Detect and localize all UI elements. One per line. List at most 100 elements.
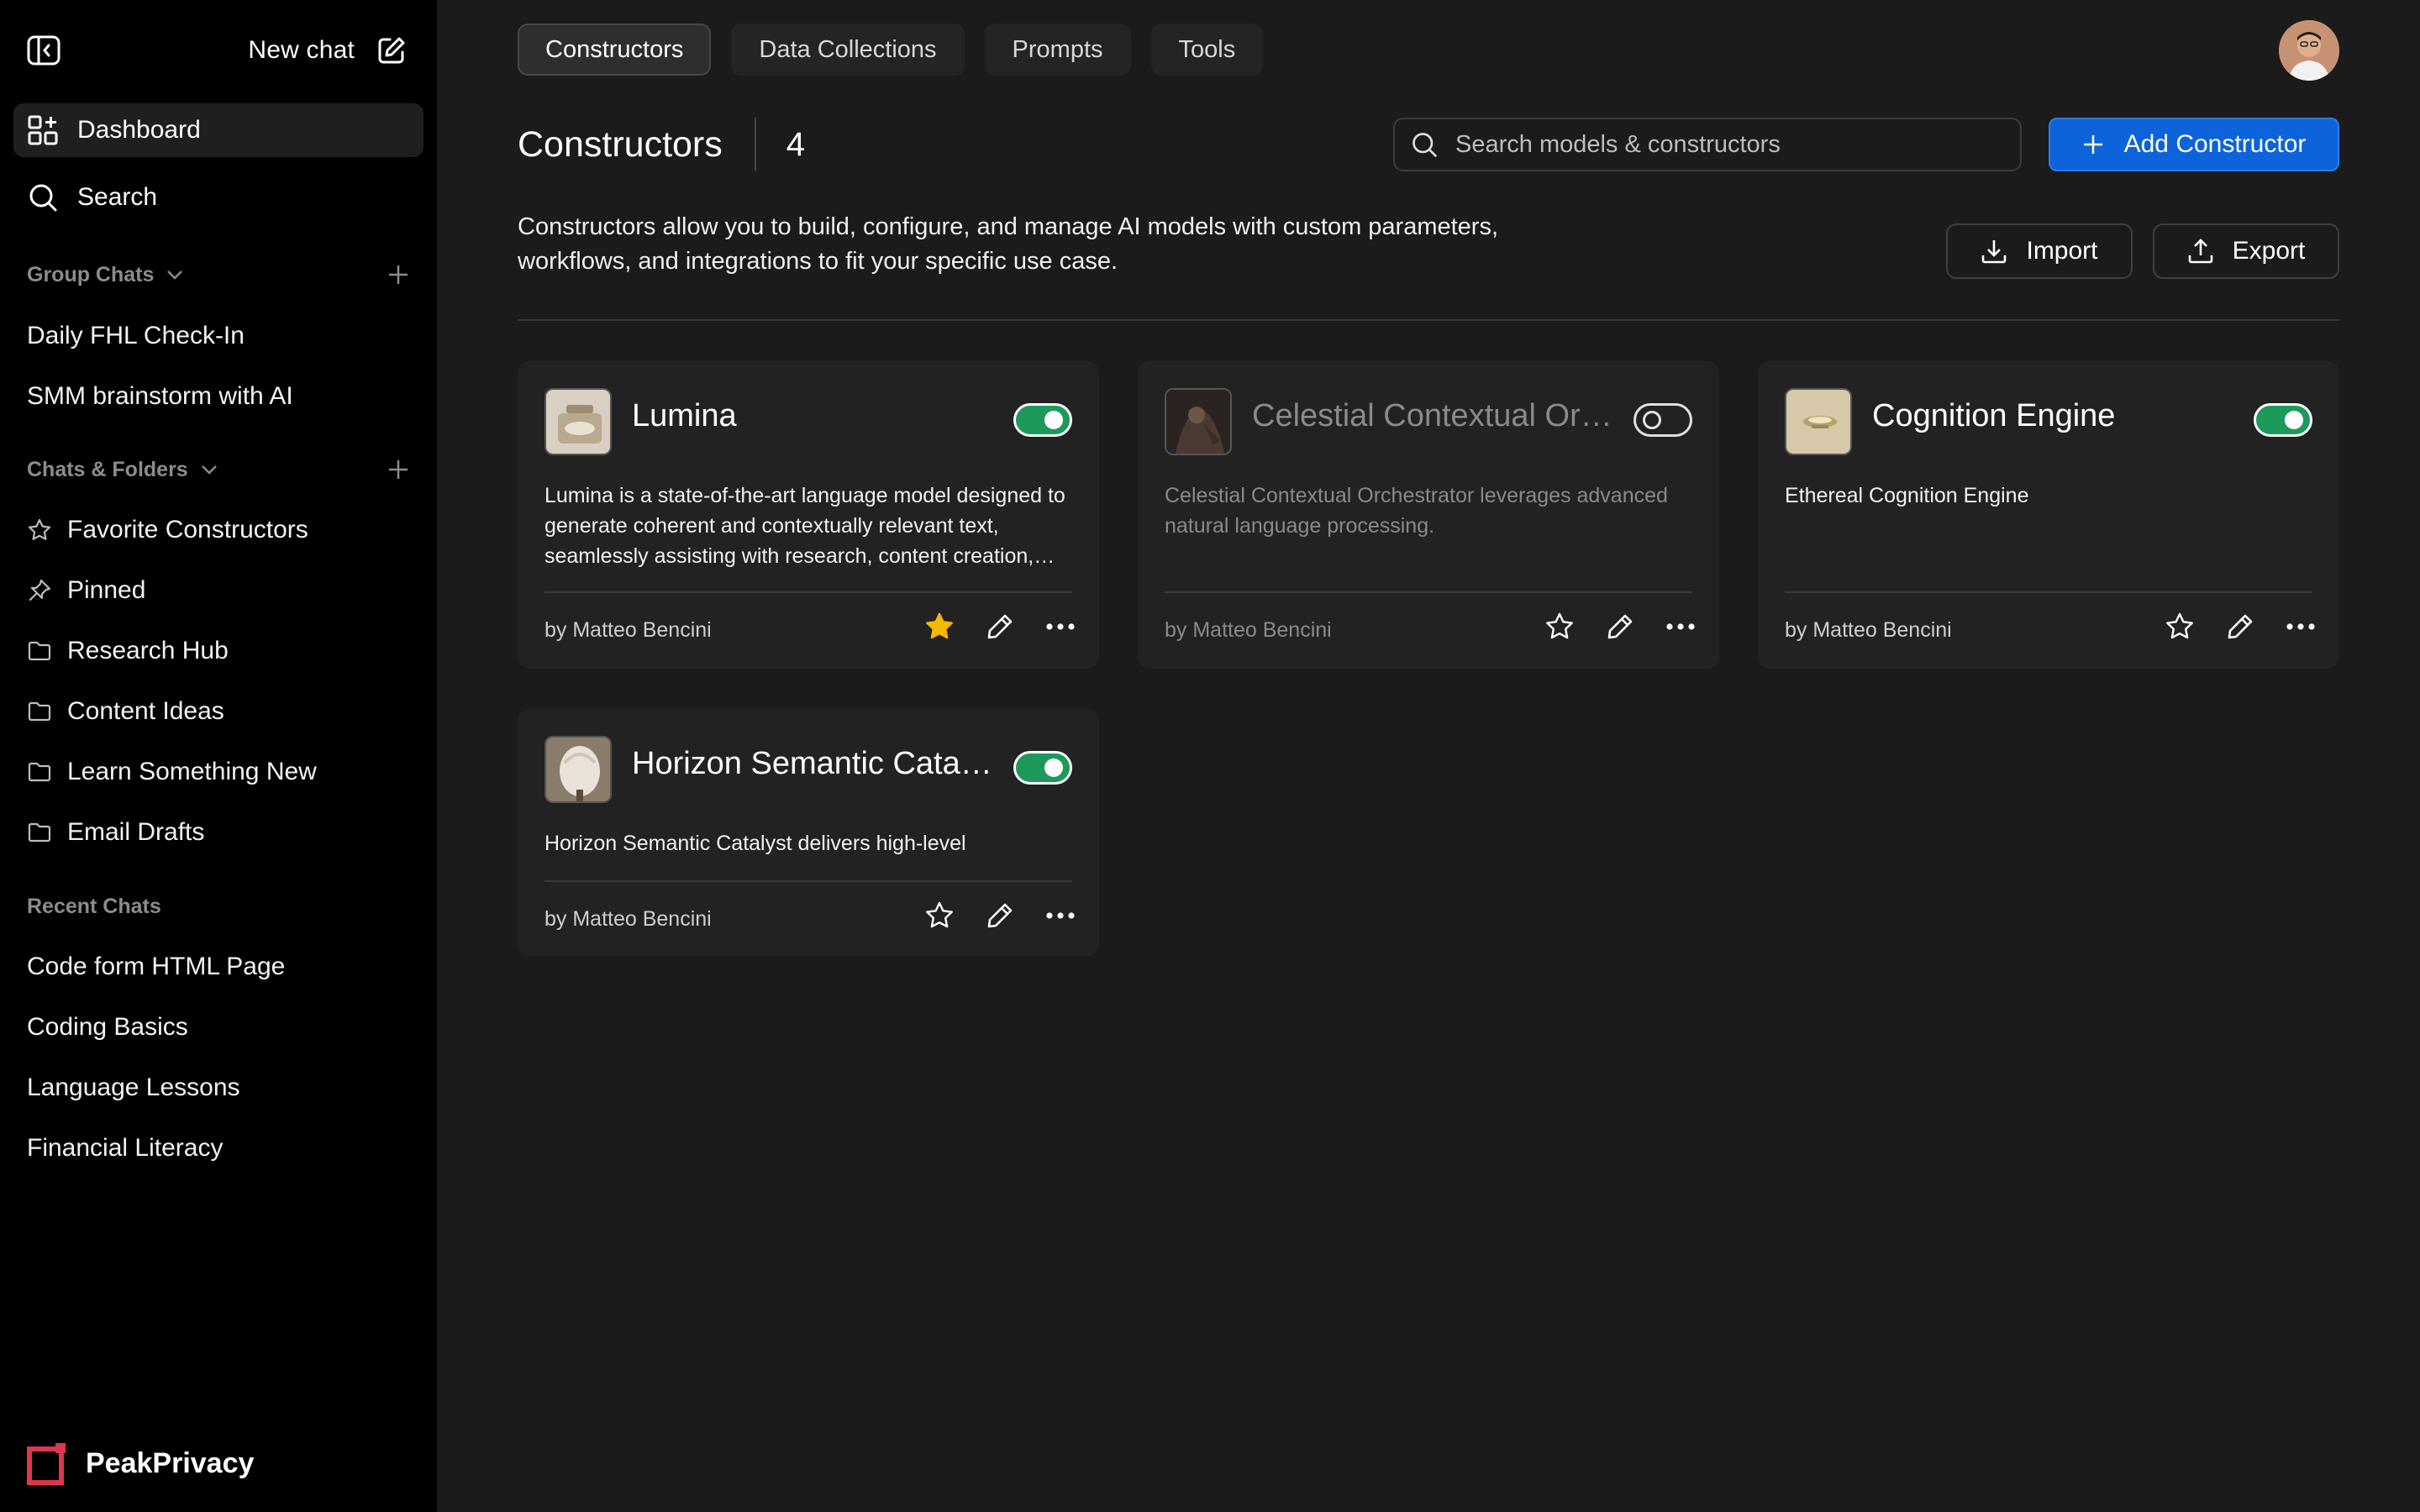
edit-icon[interactable] [985, 612, 1015, 642]
add-group-chat-icon[interactable] [387, 263, 410, 286]
folder-label: Email Drafts [67, 818, 205, 846]
edit-icon[interactable] [2225, 612, 2255, 642]
folder-item-content-ideas[interactable]: Content Ideas [27, 691, 224, 732]
tab-data-collections[interactable]: Data Collections [731, 24, 965, 76]
constructor-card[interactable]: Horizon Semantic Catalyst Horizon Semant… [518, 709, 1099, 956]
chats-folders-heading: Chats & Folders [27, 457, 188, 481]
constructor-card[interactable]: Celestial Contextual Orchestrator Celest… [1138, 361, 1719, 669]
card-divider [1785, 591, 2312, 593]
recent-chat-item[interactable]: Language Lessons [27, 1068, 240, 1108]
enable-toggle[interactable] [1634, 403, 1692, 437]
constructor-author: by Matteo Bencini [544, 907, 712, 931]
more-options-icon[interactable] [2286, 612, 2316, 642]
brand-logo[interactable]: PeakPrivacy [27, 1441, 254, 1485]
constructor-name: Lumina [632, 398, 737, 433]
toggle-knob [2285, 411, 2303, 429]
group-chats-header[interactable]: Group Chats [27, 258, 410, 291]
export-label: Export [2232, 237, 2306, 265]
peakprivacy-logo-icon [27, 1443, 66, 1485]
enable-toggle[interactable] [1013, 403, 1072, 437]
tab-bar: Constructors Data Collections Prompts To… [518, 24, 1264, 76]
add-constructor-button[interactable]: Add Constructor [2049, 118, 2339, 171]
star-icon[interactable] [924, 900, 955, 931]
chevron-down-icon [167, 270, 183, 280]
sidebar-item-label: Dashboard [77, 116, 201, 144]
chats-folders-header[interactable]: Chats & Folders [27, 453, 410, 486]
folder-item-pinned[interactable]: Pinned [27, 570, 145, 611]
edit-icon[interactable] [985, 900, 1015, 931]
edit-icon [378, 37, 405, 64]
folder-item-favorite-constructors[interactable]: Favorite Constructors [27, 510, 308, 550]
constructor-thumbnail [1785, 388, 1852, 455]
tab-constructors[interactable]: Constructors [518, 24, 712, 76]
constructor-thumbnail [1165, 388, 1232, 455]
new-chat-button[interactable]: New chat [248, 32, 407, 69]
star-icon[interactable] [924, 612, 955, 642]
more-options-icon[interactable] [1045, 900, 1076, 931]
tab-prompts[interactable]: Prompts [984, 24, 1131, 76]
dashboard-icon [28, 115, 58, 145]
search-placeholder: Search models & constructors [1455, 130, 1781, 158]
folder-item-research-hub[interactable]: Research Hub [27, 631, 229, 671]
folder-item-email-drafts[interactable]: Email Drafts [27, 812, 204, 853]
import-button[interactable]: Import [1946, 223, 2133, 279]
card-actions [924, 900, 1076, 931]
constructor-description: Ethereal Cognition Engine [1785, 484, 2029, 507]
sidebar-toggle-icon[interactable] [27, 35, 60, 66]
group-chat-item[interactable]: Daily FHL Check-In [27, 316, 245, 356]
import-label: Import [2026, 237, 2098, 265]
enable-toggle[interactable] [2254, 403, 2312, 437]
recent-chat-item[interactable]: Code form HTML Page [27, 947, 285, 987]
header-divider [518, 319, 2339, 321]
group-chat-item[interactable]: SMM brainstorm with AI [27, 376, 293, 417]
group-chats-heading: Group Chats [27, 262, 155, 286]
recent-chat-label: Code form HTML Page [27, 953, 286, 980]
sidebar-item-label: Search [77, 183, 158, 211]
constructor-name: Horizon Semantic Catalyst [632, 746, 993, 781]
constructor-card[interactable]: Lumina Lumina is a state-of-the-art lang… [518, 361, 1099, 669]
recent-chat-label: Language Lessons [27, 1074, 240, 1101]
recent-chat-item[interactable]: Coding Basics [27, 1007, 188, 1047]
folder-label: Favorite Constructors [67, 516, 308, 543]
star-icon[interactable] [2165, 612, 2195, 642]
brand-name: PeakPrivacy [86, 1446, 255, 1479]
add-folder-icon[interactable] [387, 458, 410, 481]
constructor-description: Celestial Contextual Orchestrator levera… [1165, 484, 1668, 538]
folder-label: Research Hub [67, 637, 229, 664]
export-button[interactable]: Export [2153, 223, 2339, 279]
more-options-icon[interactable] [1665, 612, 1696, 642]
add-constructor-label: Add Constructor [2123, 130, 2307, 158]
enable-toggle[interactable] [1013, 751, 1072, 785]
folder-label: Content Ideas [67, 697, 224, 725]
card-divider [544, 880, 1072, 882]
download-icon [1982, 240, 2007, 264]
recent-chat-item[interactable]: Financial Literacy [27, 1128, 223, 1168]
recent-chat-label: Financial Literacy [27, 1134, 224, 1162]
card-divider [544, 591, 1072, 593]
tab-tools[interactable]: Tools [1150, 24, 1264, 76]
group-chat-label: Daily FHL Check-In [27, 322, 245, 349]
search-input[interactable]: Search models & constructors [1393, 118, 2022, 171]
toggle-knob [1044, 759, 1063, 777]
constructor-name: Cognition Engine [1872, 398, 2116, 433]
constructor-card[interactable]: Cognition Engine Ethereal Cognition Engi… [1758, 361, 2339, 669]
constructor-author: by Matteo Bencini [544, 618, 712, 642]
edit-icon[interactable] [1605, 612, 1635, 642]
page-title: Constructors [518, 123, 723, 165]
constructor-name: Celestial Contextual Orchestrator [1252, 398, 1613, 433]
page-header: Constructors 4 [518, 118, 805, 171]
folder-icon [28, 822, 51, 843]
search-icon [29, 184, 57, 212]
chevron-down-icon [201, 465, 217, 475]
folder-icon [28, 641, 51, 661]
folder-item-learn-something-new[interactable]: Learn Something New [27, 752, 317, 792]
sidebar-item-dashboard[interactable]: Dashboard [13, 103, 424, 157]
user-avatar[interactable] [2279, 20, 2339, 81]
more-options-icon[interactable] [1045, 612, 1076, 642]
card-divider [1165, 591, 1692, 593]
plus-icon [2083, 135, 2102, 154]
sidebar-item-search[interactable]: Search [13, 171, 424, 224]
recent-chats-heading: Recent Chats [27, 894, 161, 918]
toggle-knob [1643, 411, 1661, 429]
star-icon[interactable] [1544, 612, 1575, 642]
